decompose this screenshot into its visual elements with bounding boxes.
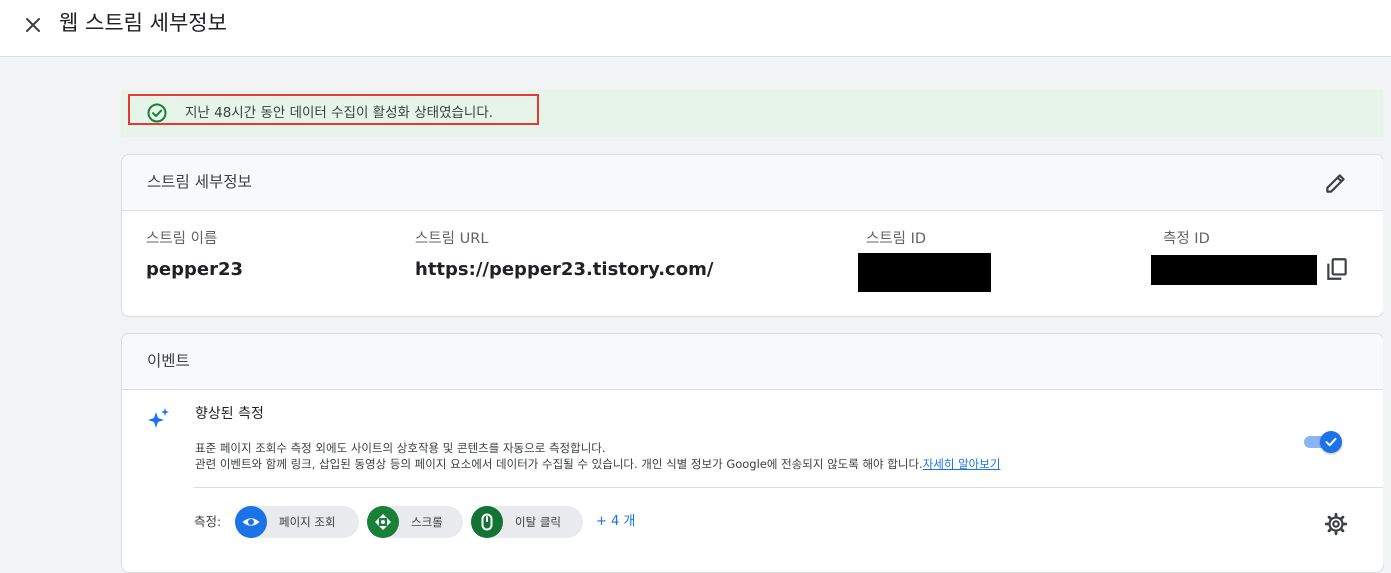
measurements-label: 측정: xyxy=(194,514,222,529)
chip-page-view[interactable]: 페이지 조회 xyxy=(235,506,359,538)
chip-icon xyxy=(367,506,399,538)
more-measurements-link[interactable]: + 4 개 xyxy=(596,512,635,532)
edit-button[interactable] xyxy=(1323,170,1349,196)
enhanced-measurement-description: 표준 페이지 조회수 측정 외에도 사이트의 상호작용 및 콘텐츠를 자동으로 … xyxy=(195,440,1000,472)
mouse-icon xyxy=(481,513,493,531)
card-header: 스트림 세부정보 xyxy=(122,155,1383,211)
scrollbar[interactable] xyxy=(1383,57,1391,565)
card-title: 스트림 세부정보 xyxy=(147,173,252,191)
field-label: 스트림 URL xyxy=(415,231,489,247)
learn-more-link[interactable]: 자세히 알아보기 xyxy=(923,457,1001,471)
description-text: 관련 이벤트와 함께 링크, 삽입된 동영상 등의 페이지 요소에서 데이터가 … xyxy=(195,457,923,471)
eye-icon xyxy=(242,518,260,526)
events-card: 이벤트 향상된 측정 표준 페이지 조회수 측정 외에도 사이트의 상호작용 및… xyxy=(121,333,1384,573)
card-header: 이벤트 xyxy=(122,334,1383,390)
close-button[interactable] xyxy=(18,10,48,40)
field-label: 스트림 이름 xyxy=(146,231,218,247)
chip-icon xyxy=(471,506,503,538)
field-label: 측정 ID xyxy=(1163,231,1210,247)
chip-scroll[interactable]: 스크롤 xyxy=(367,506,463,538)
field-value: https://pepper23.tistory.com/ xyxy=(415,259,714,280)
card-title: 이벤트 xyxy=(147,352,190,370)
chip-label: 스크롤 xyxy=(411,515,443,529)
chip-outbound-click[interactable]: 이탈 클릭 xyxy=(471,506,583,538)
divider xyxy=(194,487,1383,488)
toggle-knob xyxy=(1320,431,1342,453)
stream-details-card: 스트림 세부정보 스트림 이름 pepper23 스트림 URL https:/… xyxy=(121,154,1384,317)
check-circle-icon xyxy=(147,103,167,123)
page-title: 웹 스트림 세부정보 xyxy=(59,11,227,35)
close-icon xyxy=(26,18,40,32)
stream-id-field: 스트림 ID xyxy=(866,229,926,249)
description-line-2: 관련 이벤트와 함께 링크, 삽입된 동영상 등의 페이지 요소에서 데이터가 … xyxy=(195,456,1000,472)
enhanced-measurement-toggle[interactable] xyxy=(1304,430,1342,454)
chip-icon xyxy=(235,506,267,538)
status-text: 지난 48시간 동안 데이터 수집이 활성화 상태였습니다. xyxy=(185,105,494,121)
sparkle-icon xyxy=(148,408,169,428)
pencil-icon xyxy=(1326,174,1345,193)
chip-label: 페이지 조회 xyxy=(279,515,336,529)
status-banner: 지난 48시간 동안 데이터 수집이 활성화 상태였습니다. xyxy=(121,90,1384,137)
top-bar: 웹 스트림 세부정보 xyxy=(0,0,1391,57)
copy-icon xyxy=(1327,258,1347,280)
settings-button[interactable] xyxy=(1323,511,1349,537)
stream-url-field: 스트림 URL https://pepper23.tistory.com/ xyxy=(415,229,713,282)
scroll-arrows-icon xyxy=(375,514,391,530)
field-value: pepper23 xyxy=(146,259,243,280)
redacted-measurement-id xyxy=(1151,255,1317,285)
stream-name-field: 스트림 이름 pepper23 xyxy=(146,229,243,282)
field-label: 스트림 ID xyxy=(866,231,927,247)
enhanced-measurement-title: 향상된 측정 xyxy=(195,406,264,422)
chip-label: 이탈 클릭 xyxy=(515,515,561,529)
gear-icon xyxy=(1324,512,1348,536)
copy-button[interactable] xyxy=(1324,256,1350,282)
redacted-stream-id xyxy=(858,253,991,292)
measurement-id-field: 측정 ID xyxy=(1163,229,1210,249)
description-line: 표준 페이지 조회수 측정 외에도 사이트의 상호작용 및 콘텐츠를 자동으로 … xyxy=(195,441,606,455)
check-icon xyxy=(1325,437,1337,447)
